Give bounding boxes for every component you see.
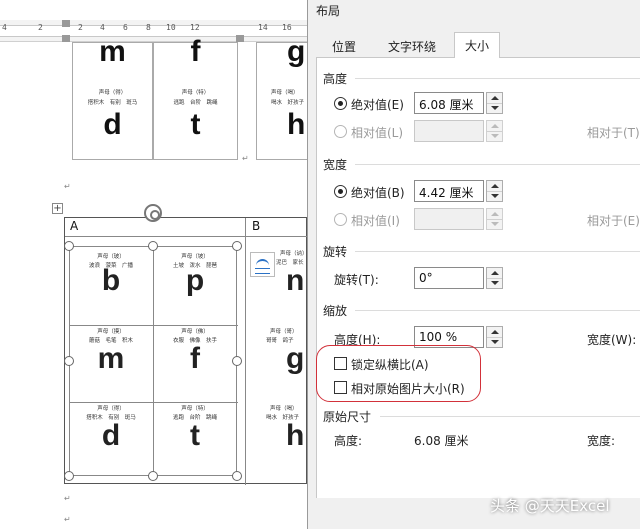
width-relative-to-label: 相对于(E): [587, 214, 640, 228]
scale-section-label: 缩放: [323, 304, 348, 318]
width-section-label: 宽度: [323, 158, 348, 172]
card-b: 声母（玻） 波浪 菠菜 广播 b: [88, 254, 133, 297]
card-t-table: 声母（特） 逃跑 台阶 跳绳 t: [172, 406, 217, 452]
rotate-spinner[interactable]: [486, 267, 503, 289]
spin-up-icon: [491, 212, 499, 216]
tab-text-wrapping[interactable]: 文字环绕: [378, 34, 446, 58]
spin-up-icon: [491, 96, 499, 100]
paragraph-mark: ↵: [242, 154, 249, 163]
width-relative-input[interactable]: [414, 208, 484, 230]
original-height-label: 高度:: [334, 434, 363, 448]
spin-down-icon: [491, 281, 499, 285]
resize-handle[interactable]: [232, 356, 242, 366]
column-a-header: A: [70, 219, 79, 233]
rotate-section-label: 旋转: [323, 245, 348, 259]
card-d-table: 声母（得） 搭积木 有别 斑马 d: [86, 406, 136, 452]
ruler-tick: 10: [166, 23, 176, 32]
rotate-input[interactable]: 0°: [414, 267, 484, 289]
height-section-label: 高度: [323, 72, 348, 86]
scale-width-label: 宽度(W):: [587, 333, 637, 347]
spin-up-icon: [491, 271, 499, 275]
card-p: 声母（坡） 土坡 泼水 琵琶 p: [172, 254, 217, 297]
resize-handle[interactable]: [232, 471, 242, 481]
scale-height-spinner[interactable]: [486, 326, 503, 348]
width-absolute-radio[interactable]: [334, 185, 347, 198]
table-move-handle[interactable]: +: [52, 203, 63, 214]
dialog-title: 布局: [316, 4, 341, 18]
spin-down-icon: [491, 134, 499, 138]
resize-handle[interactable]: [148, 471, 158, 481]
spin-up-icon: [491, 184, 499, 188]
original-width-label: 宽度:: [587, 434, 616, 448]
first-line-indent-marker[interactable]: [62, 20, 70, 27]
column-b-header: B: [252, 219, 261, 233]
height-absolute-input[interactable]: 6.08 厘米: [414, 92, 484, 114]
ruler-tick: 2: [78, 23, 83, 32]
spin-down-icon: [491, 106, 499, 110]
resize-handle[interactable]: [148, 241, 158, 251]
rotate-label: 旋转(T):: [334, 273, 379, 287]
ruler-tick: 6: [123, 23, 128, 32]
spin-up-icon: [491, 330, 499, 334]
ruler-tick: 2: [38, 23, 43, 32]
height-absolute-radio[interactable]: [334, 97, 347, 110]
spin-up-icon: [491, 124, 499, 128]
layout-dialog: 布局 位置 文字环绕 大小: [307, 0, 640, 529]
ruler-tick: 12: [190, 23, 200, 32]
height-relative-spinner[interactable]: [486, 120, 503, 142]
annotation-highlight-circle: [316, 345, 481, 402]
width-absolute-spinner[interactable]: [486, 180, 503, 202]
width-relative-radio[interactable]: [334, 213, 347, 226]
spin-down-icon: [491, 222, 499, 226]
height-absolute-spinner[interactable]: [486, 92, 503, 114]
height-relative-input[interactable]: [414, 120, 484, 142]
original-height-value: 6.08 厘米: [414, 434, 469, 448]
paragraph-mark: ↵: [64, 515, 71, 524]
resize-handle[interactable]: [64, 471, 74, 481]
rotate-handle-icon[interactable]: [144, 204, 162, 222]
tab-bar: 位置 文字环绕 大小: [316, 32, 640, 59]
height-relative-to-label: 相对于(T): [587, 126, 640, 140]
card-f-table: 声母（佛） 衣服 佛像 扶手 f: [172, 329, 217, 375]
width-relative-label: 相对值(I): [351, 214, 400, 228]
right-indent-marker[interactable]: [236, 35, 244, 42]
ruler-tick: 16: [282, 23, 292, 32]
card-m-table: 声母（摸） 蘑菇 毛笔 积木 m: [88, 329, 133, 375]
height-absolute-label: 绝对值(E): [351, 98, 404, 112]
ruler-tick: 4: [2, 23, 7, 32]
original-size-section-label: 原始尺寸: [323, 410, 372, 424]
tab-size[interactable]: 大小: [454, 32, 501, 59]
ruler-tick: 14: [258, 23, 268, 32]
ruler-tick: 8: [146, 23, 151, 32]
width-relative-spinner[interactable]: [486, 208, 503, 230]
paragraph-mark: ↵: [64, 182, 71, 191]
document-area: 4 2 2 4 6 8 10 12 14 16 m 声母（得） 搭积木 有别 斑…: [0, 0, 307, 529]
width-absolute-label: 绝对值(B): [351, 186, 405, 200]
width-absolute-input[interactable]: 4.42 厘米: [414, 180, 484, 202]
spin-down-icon: [491, 194, 499, 198]
spin-down-icon: [491, 340, 499, 344]
resize-handle[interactable]: [64, 356, 74, 366]
card-f: f 声母（特） 逃跑 台阶 跳绳 t: [153, 35, 238, 160]
resize-handle[interactable]: [64, 241, 74, 251]
card-g: g 声母（喝） 喝水 好孩子 呵 h: [256, 35, 307, 160]
left-indent-marker[interactable]: [62, 35, 70, 42]
ruler-tick: 4: [100, 23, 105, 32]
layout-options-icon[interactable]: [250, 252, 275, 277]
watermark: 头条 @天天Excel: [490, 497, 610, 515]
card-h-table: 声母（喝） 喝水 好孩子 h: [266, 406, 305, 452]
card-g-table: 声母（哥） 哥哥 鸽子 g: [266, 329, 305, 375]
resize-handle[interactable]: [232, 241, 242, 251]
card-m: m 声母（得） 搭积木 有别 斑马 d: [72, 35, 153, 160]
paragraph-mark: ↵: [64, 494, 71, 503]
height-relative-label: 相对值(L): [351, 126, 404, 140]
tab-position[interactable]: 位置: [322, 34, 366, 58]
height-relative-radio[interactable]: [334, 125, 347, 138]
